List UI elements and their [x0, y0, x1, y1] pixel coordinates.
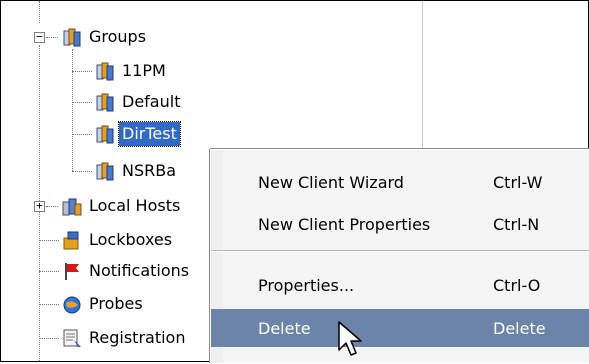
minus-icon: − [36, 30, 43, 43]
registration-icon [61, 327, 83, 349]
menu-item-label: New Client Wizard [258, 172, 404, 192]
menu-item-delete[interactable]: Delete Delete [211, 309, 589, 347]
menu-item-shortcut: Ctrl-W [493, 172, 543, 192]
menu-item-new-client-wizard[interactable]: New Client Wizard Ctrl-W [211, 163, 589, 201]
tree-node-probes[interactable]: Probes [61, 291, 146, 317]
tree-node-label: Probes [89, 294, 143, 313]
context-menu: New Client Wizard Ctrl-W New Client Prop… [210, 149, 589, 363]
server-group-icon [94, 60, 116, 82]
tree-node-group[interactable]: Default [94, 89, 183, 115]
menu-item-label: New Client Properties [258, 214, 431, 234]
plus-icon: + [36, 199, 43, 212]
mouse-pointer-icon [337, 320, 365, 360]
menu-item-shortcut: Delete [493, 318, 546, 338]
tree-line [39, 304, 59, 305]
tree-line [72, 134, 92, 135]
expand-local-hosts-toggle[interactable]: + [34, 199, 45, 212]
tree-node-label: Default [122, 92, 181, 111]
tree-line [39, 240, 59, 241]
tree-line [46, 37, 58, 38]
menu-item-label: Delete [258, 318, 311, 338]
tree-node-label: Notifications [89, 261, 190, 280]
tree-line [72, 49, 73, 171]
local-hosts-icon [61, 195, 83, 217]
tree-node-label: Lockboxes [89, 230, 173, 249]
tree-node-label: 11PM [122, 61, 166, 80]
flag-icon [61, 260, 83, 282]
server-group-icon [94, 123, 116, 145]
tree-node-group[interactable]: 11PM [94, 58, 169, 84]
tree-node-label: DirTest [118, 121, 181, 147]
menu-item-label: Properties... [258, 275, 355, 295]
collapse-groups-toggle[interactable]: − [34, 30, 45, 43]
tree-node-registration[interactable]: Registration [61, 325, 188, 351]
server-group-icon [94, 160, 116, 182]
tree-node-notifications[interactable]: Notifications [61, 258, 192, 284]
tree-line [72, 102, 92, 103]
tree-line [39, 338, 59, 339]
server-group-icon [61, 26, 83, 48]
menu-item-shortcut: Ctrl-N [493, 214, 540, 234]
tree-node-groups[interactable]: Groups [61, 24, 149, 50]
tree-line [39, 271, 59, 272]
tree-node-label: NSRBa [122, 161, 177, 180]
tree-node-local-hosts[interactable]: Local Hosts [61, 193, 183, 219]
menu-item-shortcut: Ctrl-O [493, 275, 541, 295]
tree-node-lockboxes[interactable]: Lockboxes [61, 227, 175, 253]
tree-node-group[interactable]: NSRBa [94, 158, 179, 184]
tree-line [72, 171, 92, 172]
tree-node-label: Groups [89, 27, 147, 46]
tree-node-label: Registration [89, 328, 186, 347]
menu-separator [211, 250, 589, 252]
lockbox-icon [61, 229, 83, 251]
menu-item-new-client-properties[interactable]: New Client Properties Ctrl-N [211, 205, 589, 243]
tree-line [39, 1, 40, 23]
tree-line [72, 71, 92, 72]
server-group-icon [94, 91, 116, 113]
tree-node-group-selected[interactable]: DirTest [94, 121, 181, 147]
globe-icon [61, 293, 83, 315]
menu-item-properties[interactable]: Properties... Ctrl-O [211, 266, 589, 304]
tree-line [46, 206, 58, 207]
tree-node-label: Local Hosts [89, 196, 181, 215]
